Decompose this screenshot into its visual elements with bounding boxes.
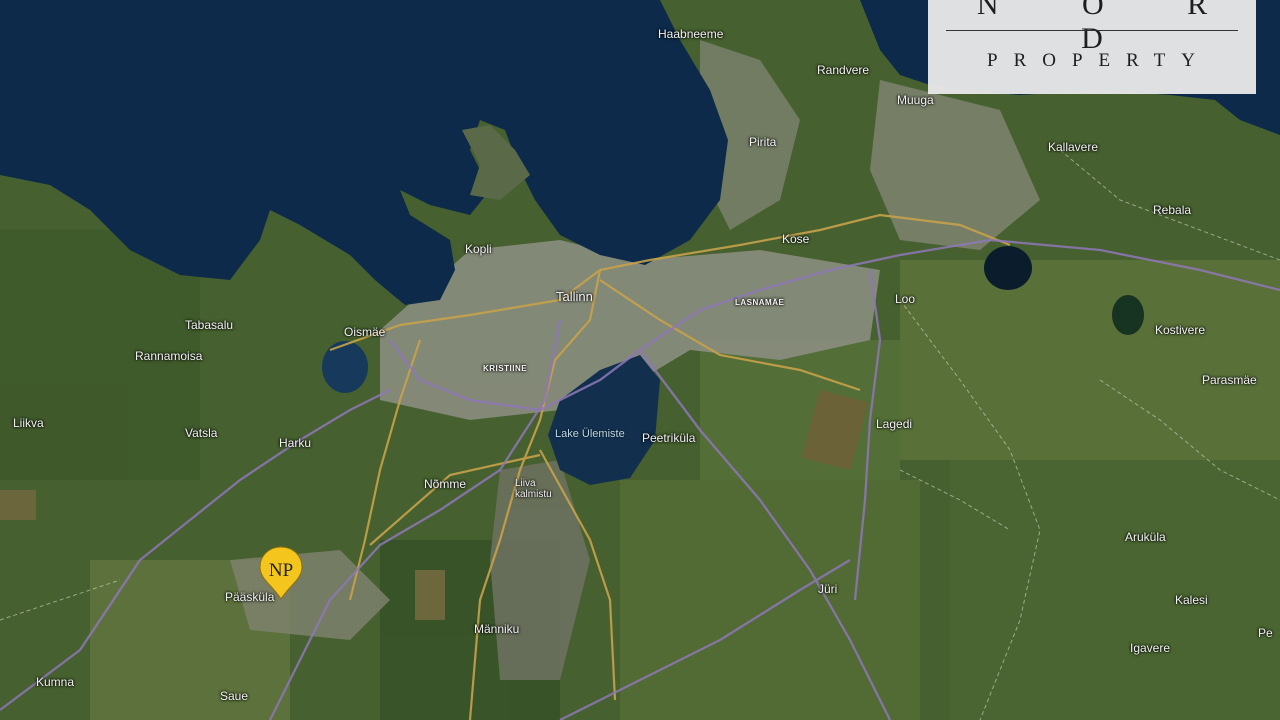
logo-wordmark-bottom: PROPERTY bbox=[987, 50, 1211, 71]
place-label-igavere: Igavere bbox=[1130, 641, 1171, 655]
place-label-haabneeme: Haabneeme bbox=[658, 27, 724, 41]
logo-wordmark-top: N O R D bbox=[976, 0, 1246, 55]
place-label-liiva-kalmistu: Liiva kalmistu bbox=[515, 478, 552, 500]
district-label-lasnamae: LASNAMÄE bbox=[735, 298, 785, 307]
place-label-loo: Loo bbox=[895, 292, 916, 306]
place-label-saue: Saue bbox=[220, 689, 249, 703]
place-label-rannamoisa: Rannamoisa bbox=[135, 349, 203, 363]
place-label-tabasalu: Tabasalu bbox=[185, 318, 234, 332]
place-label-oismae: Oismäe bbox=[344, 325, 386, 339]
place-label-partial: Pe bbox=[1258, 626, 1273, 640]
place-label-liikva: Liikva bbox=[13, 416, 44, 430]
place-label-manniku: Männiku bbox=[474, 622, 520, 636]
logo-divider bbox=[946, 30, 1238, 31]
place-label-randvere: Randvere bbox=[817, 63, 870, 77]
place-label-rebala: Rebala bbox=[1153, 203, 1192, 217]
lake-label-ulemiste: Lake Ülemiste bbox=[555, 428, 625, 440]
nord-property-logo: N O R D PROPERTY bbox=[928, 0, 1256, 94]
place-label-tallinn: Tallinn bbox=[556, 289, 593, 304]
marker-label: NP bbox=[269, 560, 293, 581]
place-label-arukula: Aruküla bbox=[1125, 530, 1166, 544]
place-label-harku: Harku bbox=[279, 436, 312, 450]
place-label-lagedi: Lagedi bbox=[876, 417, 913, 431]
place-label-kopli: Kopli bbox=[465, 242, 492, 256]
place-label-muuga: Muuga bbox=[897, 93, 934, 107]
place-label-kumna: Kumna bbox=[36, 675, 75, 689]
place-label-kallavere: Kallavere bbox=[1048, 140, 1099, 154]
place-label-kalesi: Kalesi bbox=[1175, 593, 1208, 607]
place-label-juri: Jüri bbox=[818, 582, 838, 596]
place-label-pirita: Pirita bbox=[749, 135, 777, 149]
place-label-parasmae: Parasmäe bbox=[1202, 373, 1257, 387]
lake-small bbox=[1112, 295, 1144, 335]
place-label-kose: Kose bbox=[782, 232, 810, 246]
district-label-kristiine: KRISTIINE bbox=[483, 364, 528, 373]
place-label-vatsla: Vatsla bbox=[185, 426, 218, 440]
lake-maardu bbox=[984, 246, 1032, 290]
place-label-nomme: Nõmme bbox=[424, 477, 467, 491]
place-label-peetrikula: Peetriküla bbox=[642, 431, 696, 445]
place-label-kostivere: Kostivere bbox=[1155, 323, 1206, 337]
lake-harku bbox=[322, 341, 368, 393]
np-location-pin-icon[interactable]: NP bbox=[258, 545, 304, 601]
